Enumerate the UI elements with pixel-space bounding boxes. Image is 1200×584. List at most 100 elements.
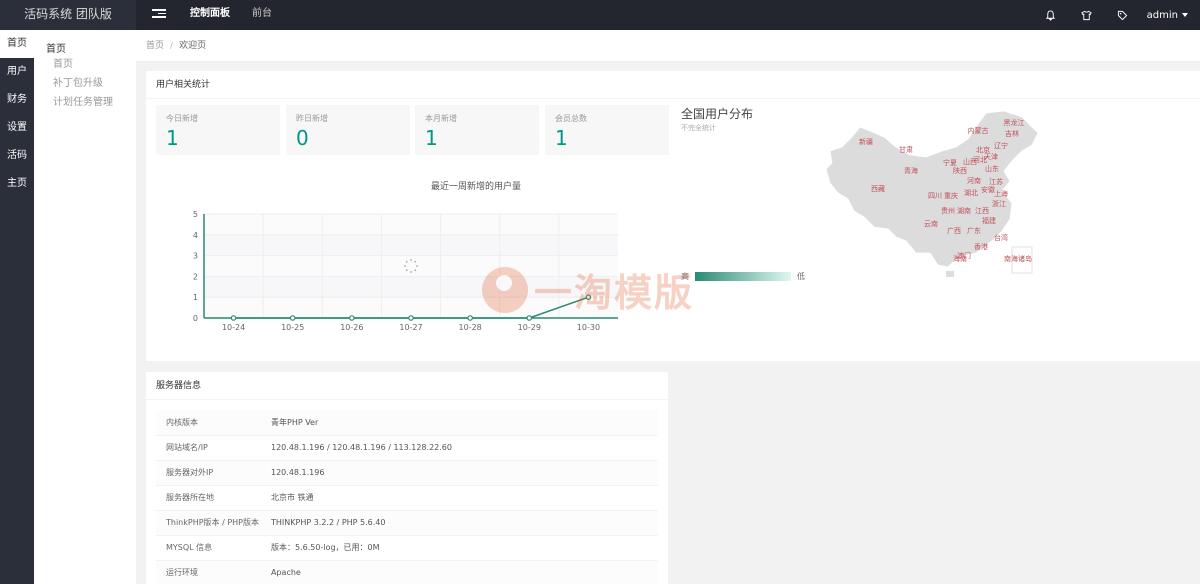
- province-label[interactable]: 重庆: [944, 191, 958, 200]
- shirt-icon[interactable]: [1069, 0, 1105, 30]
- data-point: [289, 315, 296, 321]
- province-label[interactable]: 陕西: [953, 166, 967, 175]
- province-label[interactable]: 宁夏: [943, 158, 957, 167]
- rail-item-finance[interactable]: 财务: [0, 86, 34, 114]
- x-tick-label: 10-29: [518, 323, 541, 332]
- info-value: 120.48.1.196: [271, 460, 658, 486]
- breadcrumb: 首页 / 欢迎页: [136, 30, 1200, 62]
- rail-item-homepage[interactable]: 主页: [0, 170, 34, 198]
- province-label[interactable]: 吉林: [1005, 129, 1019, 138]
- province-label[interactable]: 海南: [953, 254, 967, 263]
- info-key: 服务器对外IP: [156, 460, 271, 486]
- hainan-island: [946, 271, 954, 277]
- loading-spinner-dot: [416, 265, 418, 267]
- province-label[interactable]: 湖南: [957, 206, 971, 215]
- province-label[interactable]: 河南: [967, 176, 981, 185]
- rail-item-settings[interactable]: 设置: [0, 114, 34, 142]
- submenu-item-home[interactable]: 首页: [34, 55, 136, 74]
- stat-value: 1: [425, 126, 438, 150]
- province-label[interactable]: 广东: [967, 226, 981, 235]
- province-label[interactable]: 云南: [924, 219, 938, 228]
- chart-grid-band: [204, 234, 618, 256]
- nav-frontend[interactable]: 前台: [252, 0, 272, 30]
- username: admin: [1146, 9, 1178, 21]
- server-info-card: 服务器信息 内核版本 青年PHP Ver 网站域名/IP 120.48.1.196 …: [146, 372, 668, 584]
- info-key: ThinkPHP版本 / PHP版本: [156, 510, 271, 536]
- province-label[interactable]: 江苏: [989, 177, 1003, 186]
- info-key: 内核版本: [156, 410, 271, 436]
- stat-value: 0: [296, 126, 309, 150]
- map-subtitle: 不完全统计: [681, 124, 716, 132]
- nav-dashboard[interactable]: 控制面板: [190, 0, 230, 30]
- info-key: 服务器所在地: [156, 485, 271, 511]
- province-label[interactable]: 福建: [982, 216, 996, 225]
- info-value: 版本：5.6.50-log，已用：0M: [271, 535, 658, 561]
- weekly-new-users-chart: 0 1 2 3 4 5 10-24 10-25 10-26 10-27 10-28 10-29 10-3…: [193, 210, 618, 332]
- info-value: Apache: [271, 560, 658, 584]
- province-label[interactable]: 贵州: [941, 206, 955, 215]
- map-title: 全国用户分布: [681, 107, 754, 121]
- info-key: 网站域名/IP: [156, 435, 271, 461]
- loading-spinner-dot: [414, 260, 417, 263]
- province-label[interactable]: 上海: [994, 189, 1008, 198]
- china-user-map[interactable]: 黑龙江吉林内蒙古辽宁新疆甘肃 北京天津宁夏 山西河北山东青海 陕西河南 江苏西藏 安徽 上海…: [826, 107, 1046, 282]
- rail-item-users[interactable]: 用户: [0, 58, 34, 86]
- stat-value: 1: [166, 126, 179, 150]
- user-stats-header: 用户相关统计: [146, 71, 1200, 99]
- legend-gradient-bar[interactable]: [695, 272, 791, 281]
- province-label[interactable]: 香港: [974, 242, 988, 251]
- main-sidebar: 首页 用户 财务 设置 活码 主页: [0, 30, 34, 584]
- province-label[interactable]: 西藏: [871, 184, 885, 193]
- caret-down-icon: [1182, 13, 1188, 17]
- tag-icon[interactable]: [1105, 0, 1141, 30]
- x-tick-label: 10-26: [340, 323, 363, 332]
- data-point: [408, 315, 414, 321]
- province-label[interactable]: 甘肃: [899, 145, 913, 154]
- table-row: 内核版本 青年PHP Ver: [156, 410, 658, 436]
- stat-label: 今日新增: [166, 114, 198, 123]
- data-point: [585, 294, 592, 301]
- legend-high-label: 高: [681, 272, 689, 281]
- server-info-table: 内核版本 青年PHP Ver 网站域名/IP 120.48.1.196 / 120.…: [156, 410, 658, 584]
- app-logo[interactable]: 活码系统 团队版: [0, 0, 136, 30]
- x-tick-label: 10-24: [222, 323, 245, 332]
- province-label[interactable]: 台湾: [994, 233, 1008, 242]
- province-label[interactable]: 新疆: [859, 137, 873, 146]
- loading-spinner-dot: [410, 271, 412, 273]
- chart-grid-band: [204, 214, 618, 235]
- province-label[interactable]: 河北: [973, 156, 987, 164]
- rail-item-home[interactable]: 首页: [0, 30, 34, 58]
- bell-icon[interactable]: [1033, 0, 1069, 30]
- table-row: 运行环境 Apache: [156, 560, 658, 584]
- province-label[interactable]: 安徽: [981, 185, 995, 194]
- y-tick-label: 1: [193, 293, 198, 302]
- server-info-header: 服务器信息: [146, 372, 668, 400]
- chart-grid-band: [204, 255, 618, 277]
- y-tick-label: 3: [193, 252, 198, 261]
- province-label[interactable]: 内蒙古: [968, 126, 989, 135]
- chart-grid-band: [204, 297, 618, 318]
- user-menu[interactable]: admin: [1141, 10, 1200, 21]
- province-label[interactable]: 辽宁: [994, 141, 1008, 150]
- info-key: 运行环境: [156, 560, 271, 584]
- chart-grid-band: [204, 276, 618, 298]
- province-label[interactable]: 山东: [985, 164, 999, 173]
- stat-label: 昨日新增: [296, 114, 328, 123]
- submenu-item-cron-tasks[interactable]: 计划任务管理: [34, 93, 136, 112]
- rail-item-livecode[interactable]: 活码: [0, 142, 34, 170]
- province-label[interactable]: 浙江: [992, 199, 1006, 208]
- submenu-item-patch-upgrade[interactable]: 补丁包升级: [34, 74, 136, 93]
- breadcrumb-home[interactable]: 首页: [146, 41, 164, 51]
- province-label[interactable]: 四川: [928, 192, 942, 200]
- breadcrumb-separator: /: [170, 41, 174, 51]
- stat-today-new: 今日新增 1: [156, 105, 280, 155]
- legend-low-label: 低: [797, 272, 805, 281]
- province-label[interactable]: 南海诸岛: [1004, 254, 1032, 263]
- province-label[interactable]: 湖北: [964, 188, 978, 197]
- province-label[interactable]: 青海: [904, 166, 918, 175]
- province-label[interactable]: 广西: [947, 226, 961, 235]
- table-row: MYSQL 信息 版本：5.6.50-log，已用：0M: [156, 535, 658, 561]
- province-label[interactable]: 黑龙江: [1004, 118, 1025, 127]
- menu-toggle-icon[interactable]: [152, 7, 166, 21]
- province-label[interactable]: 江西: [975, 207, 989, 215]
